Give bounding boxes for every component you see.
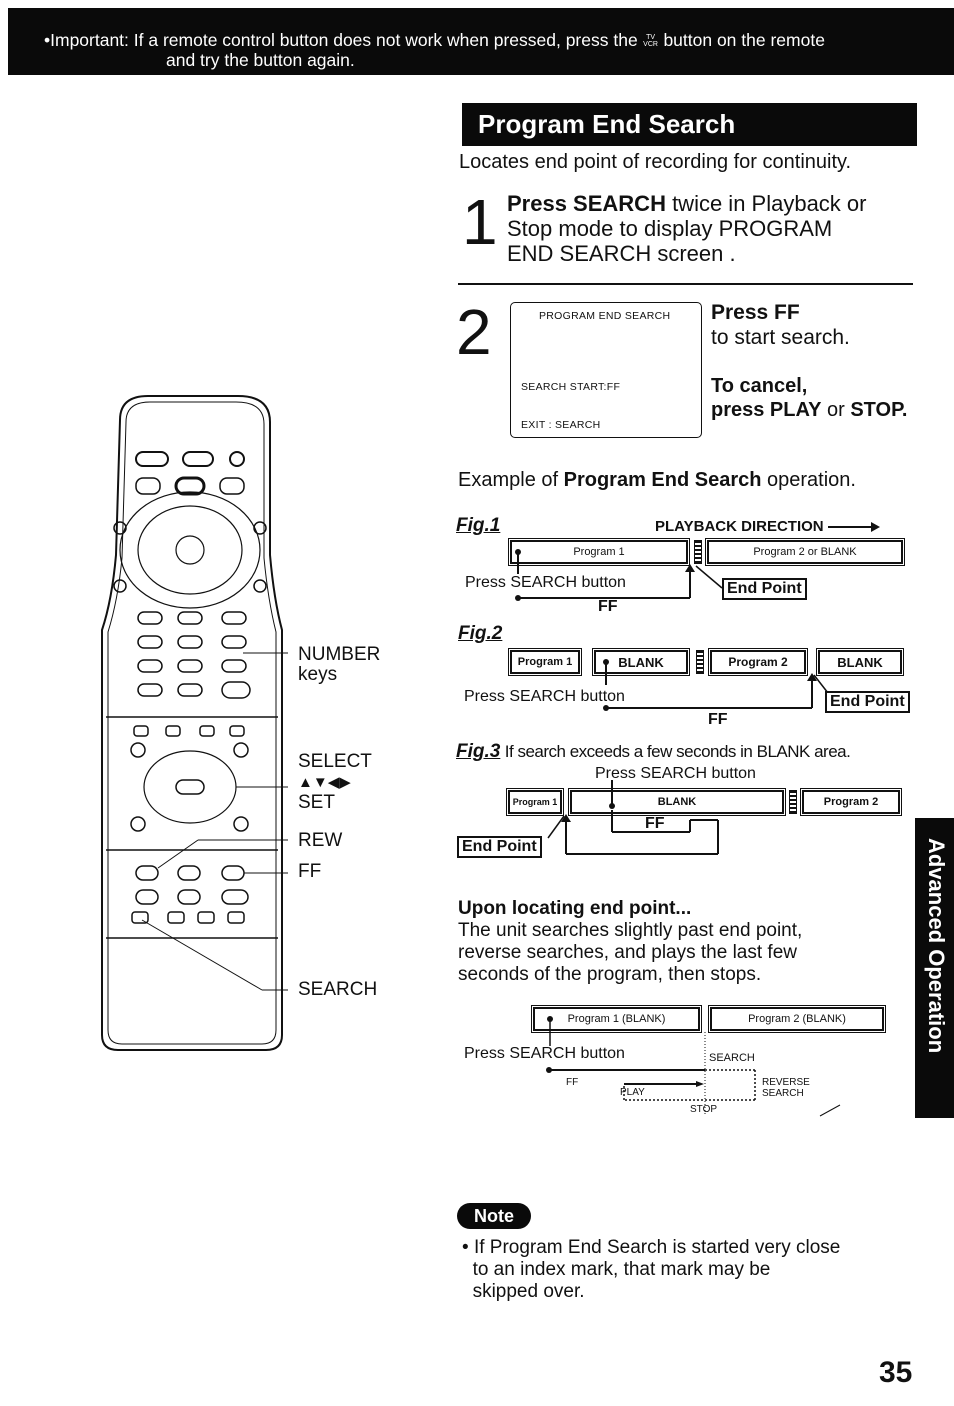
fig-3-caption: If search exceeds a few seconds in BLANK… bbox=[504, 742, 851, 761]
arrow-right-icon bbox=[827, 522, 880, 533]
fig-2-segment-blank-2: BLANK bbox=[816, 648, 904, 676]
fig-2-arrows bbox=[603, 659, 829, 711]
tv-vcr-button-icon: TV VCR bbox=[643, 34, 658, 49]
upon-locating-text: The unit searches slightly past end poin… bbox=[458, 920, 803, 985]
fig-3-arrows bbox=[547, 780, 719, 855]
section-intro: Locates end point of recording for conti… bbox=[459, 151, 852, 173]
remote-body bbox=[101, 395, 288, 1051]
banner-line-1: •Important: If a remote control button d… bbox=[44, 30, 825, 50]
divider bbox=[458, 283, 913, 285]
page-number: 35 bbox=[879, 1356, 913, 1389]
fig-2-segment-program-1: Program 1 bbox=[508, 648, 582, 676]
fig-3-ff: FF bbox=[645, 815, 665, 832]
banner-text-after: button on the remote bbox=[663, 30, 825, 50]
fig-4-reverse-search-label: REVERSE SEARCH bbox=[762, 1077, 810, 1099]
remote-control-illustration bbox=[98, 390, 288, 1055]
callout-search: SEARCH bbox=[298, 979, 378, 1000]
fig-4-play-label: PLAY bbox=[620, 1087, 645, 1098]
callout-number-keys: NUMBER keys bbox=[298, 644, 381, 685]
osd-screen: PROGRAM END SEARCH SEARCH START:FF EXIT … bbox=[510, 302, 702, 438]
fig-1-end-point: End Point bbox=[722, 578, 807, 600]
section-title: Program End Search bbox=[462, 103, 917, 146]
fig-1-label: Fig.1 bbox=[456, 515, 501, 536]
callout-ff: FF bbox=[298, 861, 322, 882]
fig-3-end-point: End Point bbox=[457, 836, 542, 858]
fig-4-stop-label: STOP bbox=[690, 1104, 718, 1115]
osd-search-start: SEARCH START:FF bbox=[521, 381, 621, 393]
callout-select-set: SELECT ▲▼◀▶ SET bbox=[298, 751, 372, 813]
note-text: • If Program End Search is started very … bbox=[462, 1237, 841, 1302]
fig-4-ff-label: FF bbox=[566, 1077, 579, 1088]
callout-rew: REW bbox=[298, 830, 343, 851]
playback-direction-label: PLAYBACK DIRECTION bbox=[655, 518, 880, 535]
fig-3-heading: Fig.3 If search exceeds a few seconds in… bbox=[456, 741, 851, 763]
fig-2-ff: FF bbox=[708, 711, 728, 728]
osd-title: PROGRAM END SEARCH bbox=[539, 310, 671, 322]
note-badge: Note bbox=[457, 1203, 531, 1229]
step-1-number: 1 bbox=[462, 186, 498, 258]
fig-3-index-mark bbox=[789, 790, 797, 814]
step-2-number: 2 bbox=[456, 296, 492, 368]
example-heading: Example of Program End Search operation. bbox=[458, 469, 856, 491]
upon-locating-title: Upon locating end point... bbox=[458, 898, 692, 919]
important-banner: •Important: If a remote control button d… bbox=[8, 8, 954, 75]
section-side-tab: Advanced Operation bbox=[915, 818, 954, 1118]
press-ff-instruction: Press FF to start search. bbox=[711, 301, 850, 349]
fig-2-end-point: End Point bbox=[825, 691, 910, 713]
step-1-bold: Press SEARCH bbox=[507, 191, 666, 216]
osd-exit: EXIT : SEARCH bbox=[521, 419, 601, 431]
fig-2-label: Fig.2 bbox=[458, 623, 503, 644]
fig-1-press-search: Press SEARCH button bbox=[465, 574, 626, 591]
fig-1-ff: FF bbox=[598, 598, 618, 615]
fig-3-segment-program-2: Program 2 bbox=[800, 788, 902, 816]
fig-2-press-search: Press SEARCH button bbox=[464, 688, 625, 705]
step-1-text: Press SEARCH twice in Playback or Stop m… bbox=[507, 191, 867, 266]
fig-4-search-label: SEARCH bbox=[709, 1052, 755, 1064]
fig-4-press-search: Press SEARCH button bbox=[464, 1045, 625, 1062]
cancel-instruction: To cancel, press PLAY or STOP. bbox=[711, 375, 908, 421]
banner-line-2: and try the button again. bbox=[166, 50, 355, 70]
banner-text: If a remote control button does not work… bbox=[133, 30, 638, 50]
banner-prefix: •Important: bbox=[44, 30, 129, 50]
fig-3-label: Fig.3 bbox=[456, 741, 501, 762]
